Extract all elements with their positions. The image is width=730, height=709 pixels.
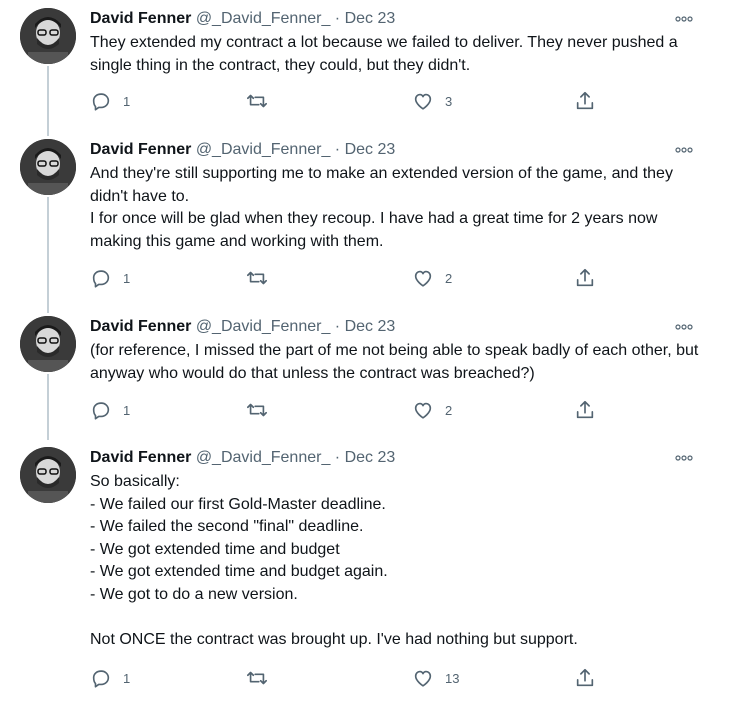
separator: · xyxy=(330,10,345,27)
avatar[interactable] xyxy=(20,316,76,372)
reply-icon xyxy=(92,670,110,688)
author-handle[interactable]: @_David_Fenner_ xyxy=(196,10,331,27)
like-count: 2 xyxy=(445,402,453,418)
separator: · xyxy=(330,318,345,335)
share-button[interactable] xyxy=(574,398,596,422)
profile-photo-icon xyxy=(20,8,76,64)
retweet-button[interactable] xyxy=(246,398,279,422)
reply-icon xyxy=(92,93,110,111)
tweet-actions: 1 2 xyxy=(86,398,606,422)
retweet-icon xyxy=(247,271,267,285)
tweet[interactable]: David Fenner @_David_Fenner_ · Dec 23 An… xyxy=(0,139,730,309)
tweet-text: They extended my contract a lot because … xyxy=(90,34,683,74)
separator: · xyxy=(330,141,345,158)
heart-icon xyxy=(414,670,432,687)
share-button[interactable] xyxy=(574,266,596,290)
profile-photo-icon xyxy=(20,316,76,372)
tweet-text: (for reference, I missed the part of me … xyxy=(90,342,703,382)
retweet-icon xyxy=(247,94,267,108)
reply-button[interactable]: 1 xyxy=(90,266,130,290)
more-icon[interactable] xyxy=(670,449,698,467)
profile-photo-icon xyxy=(20,139,76,195)
tweet-actions: 1 2 xyxy=(86,266,606,290)
tweet-header: David Fenner @_David_Fenner_ · Dec 23 xyxy=(90,8,395,30)
tweet-text: So basically: - We failed our first Gold… xyxy=(90,473,578,648)
more-icon[interactable] xyxy=(670,10,698,28)
reply-button[interactable]: 1 xyxy=(90,89,130,113)
tweet-header: David Fenner @_David_Fenner_ · Dec 23 xyxy=(90,447,395,469)
reply-count: 1 xyxy=(123,270,131,286)
share-icon xyxy=(576,91,594,110)
more-icon[interactable] xyxy=(670,141,698,159)
like-count: 3 xyxy=(445,93,453,109)
tweet-date[interactable]: Dec 23 xyxy=(345,318,396,335)
reply-count: 1 xyxy=(123,93,131,109)
retweet-icon xyxy=(247,403,267,417)
tweet-actions: 1 3 xyxy=(86,89,606,113)
author-handle[interactable]: @_David_Fenner_ xyxy=(196,318,331,335)
avatar[interactable] xyxy=(20,447,76,503)
reply-icon xyxy=(92,270,110,288)
author-handle[interactable]: @_David_Fenner_ xyxy=(196,141,331,158)
separator: · xyxy=(330,449,345,466)
tweet-actions: 1 13 xyxy=(86,666,606,690)
like-button[interactable]: 13 xyxy=(412,666,459,690)
tweet-date[interactable]: Dec 23 xyxy=(345,449,396,466)
avatar[interactable] xyxy=(20,139,76,195)
like-button[interactable]: 3 xyxy=(412,89,452,113)
author-handle[interactable]: @_David_Fenner_ xyxy=(196,449,331,466)
reply-count: 1 xyxy=(123,402,131,418)
retweet-icon xyxy=(247,671,267,685)
retweet-button[interactable] xyxy=(246,266,279,290)
tweet-date[interactable]: Dec 23 xyxy=(345,141,396,158)
heart-icon xyxy=(414,93,432,110)
like-button[interactable]: 2 xyxy=(412,398,452,422)
author-name[interactable]: David Fenner xyxy=(90,141,191,158)
author-name[interactable]: David Fenner xyxy=(90,449,191,466)
avatar[interactable] xyxy=(20,8,76,64)
share-button[interactable] xyxy=(574,666,596,690)
reply-count: 1 xyxy=(123,670,131,686)
retweet-button[interactable] xyxy=(246,89,279,113)
tweet[interactable]: David Fenner @_David_Fenner_ · Dec 23 Th… xyxy=(0,8,730,128)
heart-icon xyxy=(414,270,432,287)
author-name[interactable]: David Fenner xyxy=(90,318,191,335)
tweet-date[interactable]: Dec 23 xyxy=(345,10,396,27)
reply-button[interactable]: 1 xyxy=(90,666,130,690)
heart-icon xyxy=(414,402,432,419)
like-count: 13 xyxy=(445,670,460,686)
share-button[interactable] xyxy=(574,89,596,113)
share-icon xyxy=(576,668,594,687)
tweet-header: David Fenner @_David_Fenner_ · Dec 23 xyxy=(90,316,395,338)
author-name[interactable]: David Fenner xyxy=(90,10,191,27)
like-button[interactable]: 2 xyxy=(412,266,452,290)
profile-photo-icon xyxy=(20,447,76,503)
tweet-header: David Fenner @_David_Fenner_ · Dec 23 xyxy=(90,139,395,161)
retweet-button[interactable] xyxy=(246,666,279,690)
like-count: 2 xyxy=(445,270,453,286)
share-icon xyxy=(576,268,594,287)
more-icon[interactable] xyxy=(670,318,698,336)
reply-icon xyxy=(92,402,110,420)
tweet[interactable]: David Fenner @_David_Fenner_ · Dec 23 So… xyxy=(0,447,730,702)
tweet[interactable]: David Fenner @_David_Fenner_ · Dec 23 (f… xyxy=(0,316,730,436)
tweet-text: And they're still supporting me to make … xyxy=(90,165,673,250)
share-icon xyxy=(576,400,594,419)
reply-button[interactable]: 1 xyxy=(90,398,130,422)
